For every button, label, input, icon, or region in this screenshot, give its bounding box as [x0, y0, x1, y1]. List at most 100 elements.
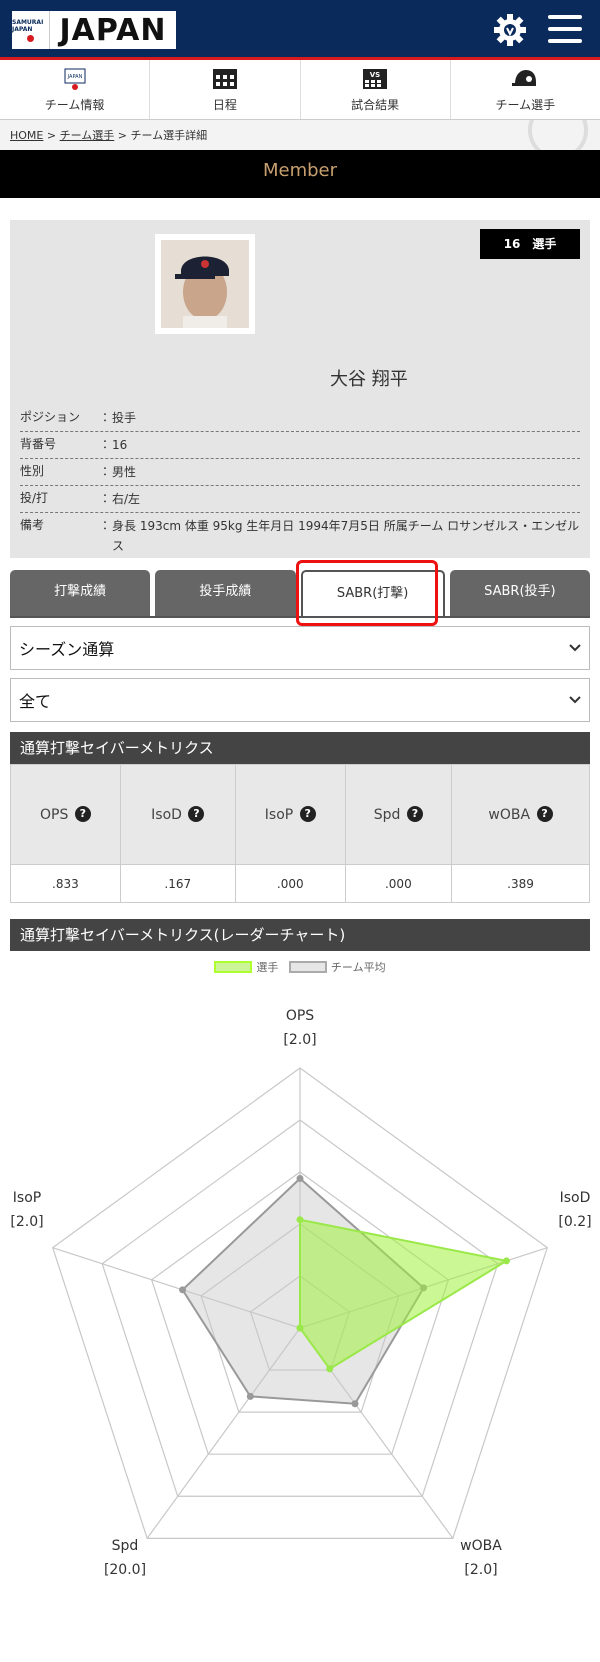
- svg-text:JAPAN: JAPAN: [66, 74, 82, 80]
- value-ops: .833: [10, 864, 121, 903]
- info-label: 投/打: [20, 491, 49, 505]
- hamburger-menu-icon[interactable]: [548, 15, 582, 45]
- nav-label: 日程: [212, 98, 237, 112]
- radar-axis-label: IsoP: [13, 1190, 41, 1206]
- help-icon[interactable]: ?: [74, 806, 91, 822]
- season-select-value: シーズン通算: [19, 640, 115, 659]
- tab-pitching[interactable]: 投手成績: [155, 570, 296, 616]
- nav-label: チーム選手: [495, 98, 556, 112]
- nav-item-team-info[interactable]: JAPAN チーム情報: [0, 60, 151, 119]
- breadcrumb-players-link[interactable]: チーム選手: [60, 129, 115, 142]
- player-info-list: ポジション ： 投手 背番号 ： 16 性別 ： 男性 投/打 ： 右/左 備考…: [20, 405, 580, 559]
- tab-batting[interactable]: 打撃成績: [10, 570, 151, 616]
- info-separator: ：: [102, 437, 115, 451]
- radar-point-player: [326, 1365, 334, 1373]
- legend-swatch-average: [288, 961, 327, 973]
- radar-axis-max-label: [2.0]: [283, 1032, 316, 1048]
- header-label: IsoD: [151, 807, 182, 823]
- nav-item-results[interactable]: VS 試合結果: [301, 60, 451, 119]
- legend-label-average[interactable]: チーム平均: [331, 961, 386, 974]
- logo-emblem: SAMURAI JAPAN: [12, 11, 50, 49]
- info-row-number: 背番号 ： 16: [20, 432, 580, 459]
- player-name: 大谷 翔平: [330, 369, 408, 390]
- member-title: Member: [262, 160, 338, 181]
- baseball-decoration-icon: [528, 120, 588, 150]
- main-nav: JAPAN チーム情報 日程 VS 試合結果 チーム選手: [0, 60, 600, 120]
- stats-tabs: 打撃成績 投手成績 SABR(打撃) SABR(投手): [10, 560, 590, 626]
- gear-icon[interactable]: [492, 12, 528, 48]
- nav-label: チーム情報: [44, 98, 105, 112]
- player-photo: [155, 234, 255, 334]
- season-select[interactable]: シーズン通算: [10, 626, 590, 670]
- member-title-bar: Member: [0, 150, 600, 198]
- value-woba: .389: [450, 864, 591, 903]
- logo-text: JAPAN: [59, 12, 167, 48]
- site-header: SAMURAI JAPAN JAPAN: [0, 0, 600, 60]
- radar-axis-label: IsoD: [560, 1190, 591, 1206]
- info-row-notes: 備考 ： 身長 193cm 体重 95kg 生年月日 1994年7月5日 所属チ…: [20, 513, 580, 559]
- radar-series-player: [299, 1218, 510, 1371]
- value-isod: .167: [119, 864, 236, 903]
- radar-axis-max-label: [2.0]: [10, 1214, 43, 1230]
- breadcrumb-home-link[interactable]: HOME: [10, 129, 43, 142]
- header-label: OPS: [40, 807, 69, 823]
- tab-sabr-pitching[interactable]: SABR(投手): [449, 570, 590, 616]
- nav-item-players[interactable]: チーム選手: [451, 60, 600, 119]
- info-value: 身長 193cm 体重 95kg 生年月日 1994年7月5日 所属チーム ロサ…: [112, 519, 580, 553]
- info-row-throw-bat: 投/打 ： 右/左: [20, 486, 580, 513]
- player-profile-card: 16 選手 大谷 翔平 ポジション ： 投手 背番号 ： 16 性別 ： 男性 …: [10, 220, 590, 558]
- help-icon[interactable]: ?: [536, 806, 553, 822]
- info-value: 投手: [112, 411, 137, 425]
- nav-item-schedule[interactable]: 日程: [150, 60, 301, 119]
- info-label: ポジション: [20, 410, 81, 424]
- legend-swatch-player: [214, 961, 253, 973]
- radar-axis-label: Spd: [112, 1538, 139, 1554]
- info-row-gender: 性別 ： 男性: [20, 459, 580, 486]
- info-separator: ：: [102, 518, 115, 532]
- samurai-japan-logo[interactable]: SAMURAI JAPAN JAPAN: [10, 9, 178, 51]
- header-isod: IsoD ?: [119, 764, 236, 865]
- chevron-down-icon: [569, 696, 581, 704]
- breadcrumb: HOME > チーム選手 > チーム選手詳細: [0, 120, 600, 150]
- info-label: 備考: [20, 518, 45, 532]
- logo-red-dot: [27, 34, 34, 42]
- header-isop: IsoP ?: [234, 764, 346, 865]
- logo-small-text: SAMURAI JAPAN: [12, 18, 44, 33]
- helmet-icon: [511, 66, 539, 92]
- help-icon[interactable]: ?: [406, 806, 423, 822]
- filter-select-value: 全て: [19, 692, 52, 711]
- help-icon[interactable]: ?: [299, 806, 316, 822]
- info-separator: ：: [102, 464, 115, 478]
- radar-point-player: [296, 1216, 304, 1224]
- radar-point-player: [296, 1324, 304, 1332]
- radar-axis-max-label: [2.0]: [464, 1562, 497, 1578]
- table-header-row: OPS ? IsoD ? IsoP ? Spd ? wOBA ?: [10, 764, 591, 865]
- filter-select[interactable]: 全て: [10, 678, 590, 722]
- legend-label-player[interactable]: 選手: [256, 961, 278, 974]
- breadcrumb-current: チーム選手詳細: [130, 129, 208, 142]
- radar-point-average: [246, 1392, 254, 1400]
- vs-scoreboard-icon: VS: [362, 66, 388, 92]
- help-icon[interactable]: ?: [188, 806, 205, 822]
- radar-point-average: [296, 1175, 304, 1182]
- header-woba: wOBA ?: [450, 764, 591, 865]
- header-label: Spd: [373, 807, 401, 823]
- stats-section-title: 通算打撃セイバーメトリクス: [10, 732, 590, 764]
- svg-text:VS: VS: [370, 71, 380, 79]
- breadcrumb-separator: >: [46, 129, 57, 142]
- radar-point-average: [179, 1286, 187, 1294]
- info-value: 16: [112, 438, 128, 452]
- radar-axis-max-label: [0.2]: [558, 1214, 591, 1230]
- calendar-icon: [212, 66, 238, 92]
- radar-chart: OPS [2.0] IsoD [0.2] wOBA [2.0] Spd [20.0] IsoP […: [10, 1008, 591, 1578]
- info-label: 性別: [20, 464, 45, 478]
- radar-section-title: 通算打撃セイバーメトリクス(レーダーチャート): [10, 919, 590, 951]
- radar-axis-label: OPS: [286, 1008, 314, 1024]
- chart-legend: 選手 チーム平均: [0, 959, 600, 975]
- radar-point-average: [351, 1400, 359, 1408]
- number-badge: 16 選手: [480, 229, 580, 259]
- breadcrumb-separator: >: [117, 129, 127, 142]
- info-label: 背番号: [20, 437, 57, 451]
- team-logo-icon: JAPAN: [62, 66, 88, 92]
- tab-sabr-batting[interactable]: SABR(打撃): [300, 570, 445, 616]
